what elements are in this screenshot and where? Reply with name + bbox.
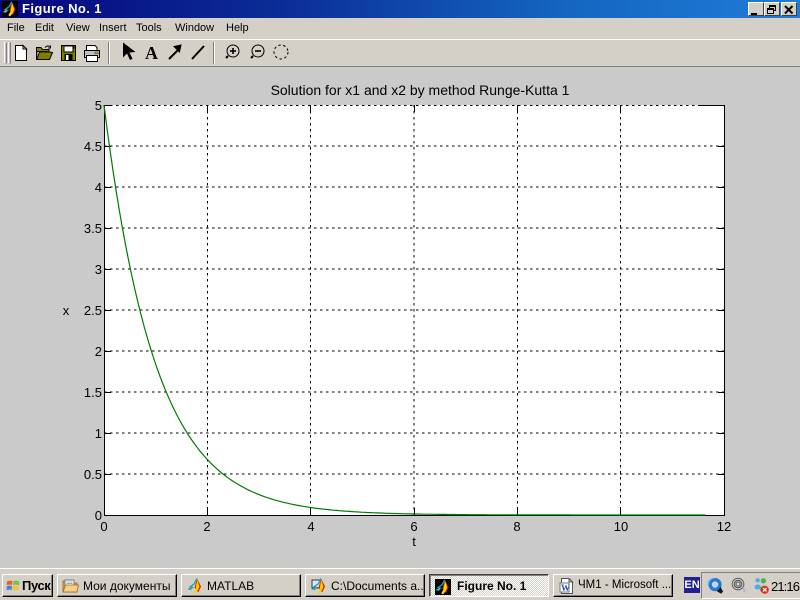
svg-text:W: W [561,583,570,593]
svg-text:10: 10 [614,519,628,534]
svg-text:x: x [63,303,70,318]
svg-text:2: 2 [95,344,102,359]
svg-text:2: 2 [203,519,210,534]
svg-text:4: 4 [95,180,102,195]
svg-text:0.5: 0.5 [84,467,102,482]
svg-text:4: 4 [307,519,314,534]
svg-text:2.5: 2.5 [84,303,102,318]
svg-text:3: 3 [95,262,102,277]
svg-text:1.5: 1.5 [84,385,102,400]
svg-text:1: 1 [95,426,102,441]
svg-text:3.5: 3.5 [84,221,102,236]
svg-text:5: 5 [95,98,102,113]
svg-text:6: 6 [410,519,417,534]
svg-text:Solution for x1 and x2 by meth: Solution for x1 and x2 by method Runge-K… [271,82,570,98]
svg-text:t: t [412,534,416,549]
svg-text:8: 8 [513,519,520,534]
svg-text:12: 12 [717,519,731,534]
svg-text:4.5: 4.5 [84,139,102,154]
svg-text:0: 0 [95,508,102,523]
